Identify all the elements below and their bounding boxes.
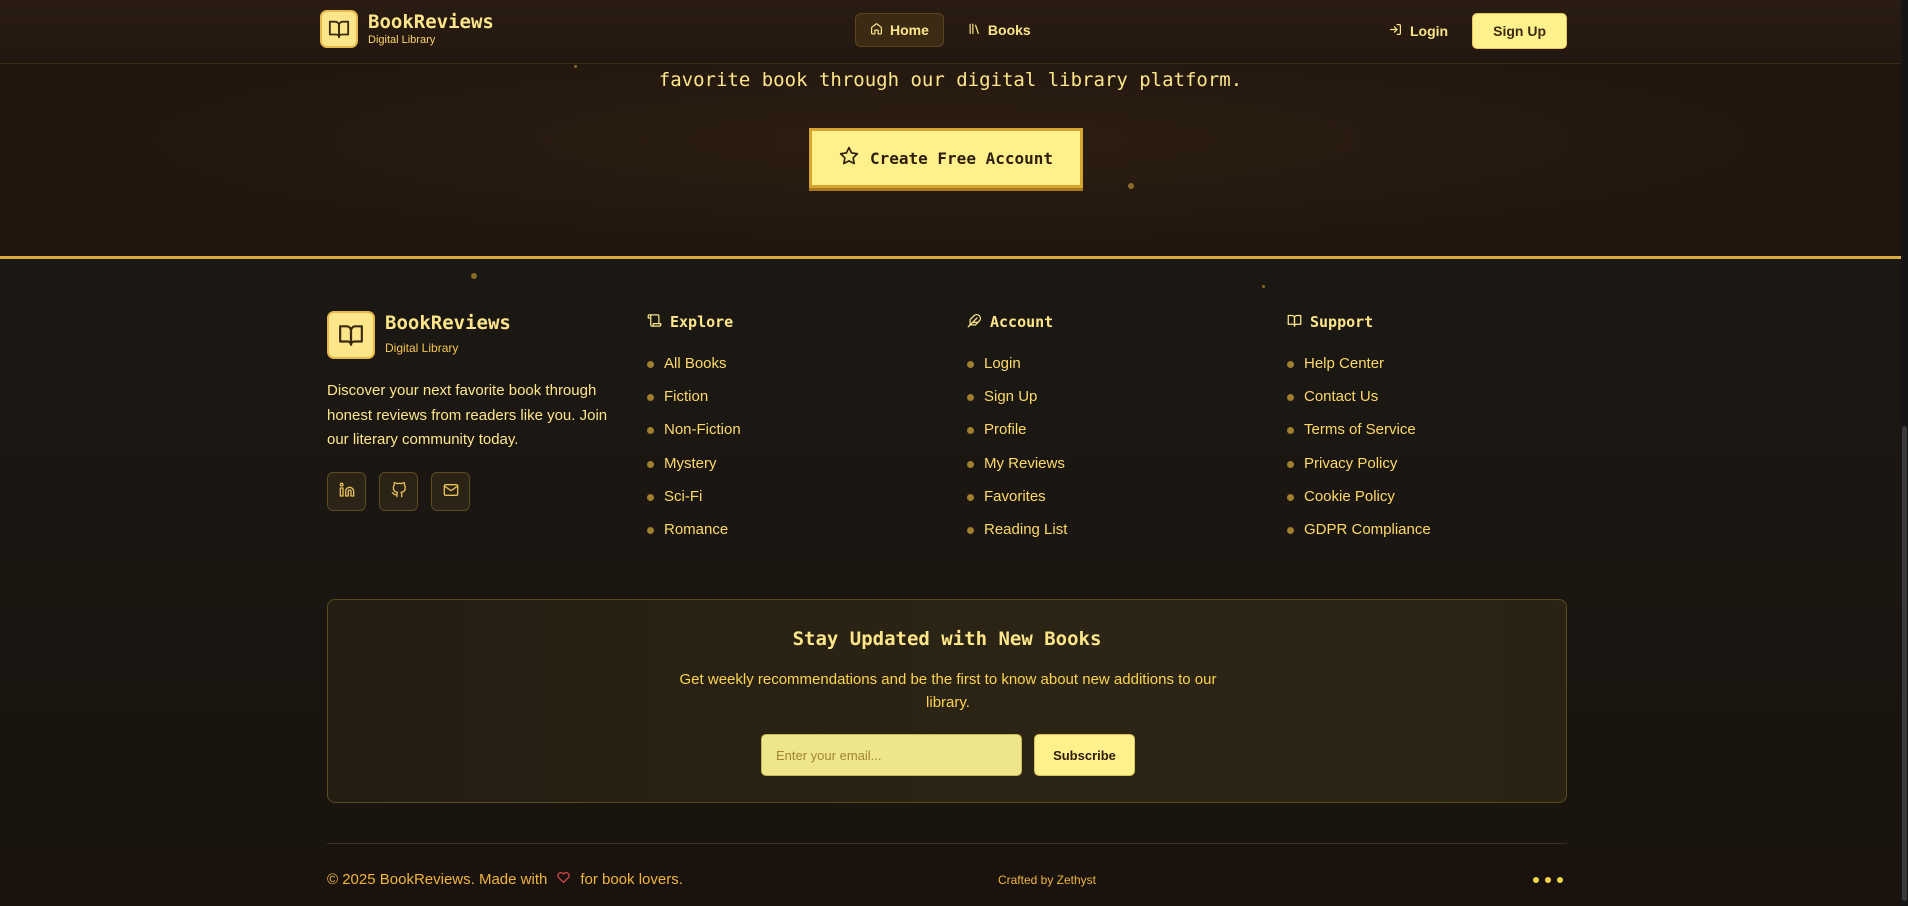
footer-brand-name: BookReviews xyxy=(385,312,511,334)
footer-link-reading-list[interactable]: Reading List xyxy=(967,521,1067,554)
footer-link-contact-us[interactable]: Contact Us xyxy=(1287,388,1431,421)
footer-link-all-books[interactable]: All Books xyxy=(647,355,741,388)
footer-link-cookie[interactable]: Cookie Policy xyxy=(1287,488,1431,521)
crafted-by: Crafted by Zethyst xyxy=(997,873,1096,887)
star-icon xyxy=(839,146,859,170)
newsletter-panel: Stay Updated with New Books Get weekly r… xyxy=(327,599,1567,803)
login-icon xyxy=(1389,23,1402,39)
email-button[interactable] xyxy=(431,472,470,511)
page-scrollbar[interactable] xyxy=(1901,0,1908,906)
decorative-dots xyxy=(1533,877,1563,883)
footer-brand: BookReviews Digital Library xyxy=(327,311,511,359)
brand-subtitle: Digital Library xyxy=(368,34,436,46)
decorative-dot xyxy=(574,65,577,68)
copyright: © 2025 BookReviews. Made with for book l… xyxy=(327,871,683,888)
login-label: Login xyxy=(1410,23,1449,39)
newsletter-title: Stay Updated with New Books xyxy=(792,628,1102,650)
footer-column-support: Support Help Center Contact Us Terms of … xyxy=(1287,313,1431,554)
hero-tagline: favorite book through our digital librar… xyxy=(658,69,1243,91)
footer-link-help-center[interactable]: Help Center xyxy=(1287,355,1431,388)
social-links xyxy=(327,472,470,511)
footer-column-explore: Explore All Books Fiction Non-Fiction My… xyxy=(647,313,741,554)
footer-link-mystery[interactable]: Mystery xyxy=(647,455,741,488)
nav-home[interactable]: Home xyxy=(855,13,944,47)
linkedin-icon xyxy=(339,482,355,502)
book-open-icon xyxy=(327,311,375,359)
newsletter-email-input[interactable] xyxy=(761,734,1022,776)
auth-actions: Login Sign Up xyxy=(1381,13,1567,49)
scrollbar-thumb[interactable] xyxy=(1902,426,1907,901)
decorative-dot xyxy=(1557,877,1563,883)
footer-link-favorites[interactable]: Favorites xyxy=(967,488,1067,521)
create-account-button[interactable]: Create Free Account xyxy=(809,128,1083,188)
hero-section: favorite book through our digital librar… xyxy=(0,63,1901,256)
footer-brand-subtitle: Digital Library xyxy=(385,341,459,355)
book-open-icon xyxy=(1287,313,1302,332)
footer-description: Discover your next favorite book through… xyxy=(327,382,608,448)
footer-link-gdpr[interactable]: GDPR Compliance xyxy=(1287,521,1431,554)
copyright-prefix: © 2025 BookReviews. Made with xyxy=(327,871,548,888)
library-icon xyxy=(968,22,981,38)
github-icon xyxy=(391,481,407,502)
nav-home-label: Home xyxy=(890,22,929,38)
footer-link-terms[interactable]: Terms of Service xyxy=(1287,421,1431,454)
newsletter-description: Get weekly recommendations and be the fi… xyxy=(679,671,1217,711)
decorative-dot xyxy=(1545,877,1551,883)
footer-column-account: Account Login Sign Up Profile My Reviews… xyxy=(967,313,1067,554)
site-header: BookReviews Digital Library Home Books L… xyxy=(0,0,1901,64)
footer-link-non-fiction[interactable]: Non-Fiction xyxy=(647,421,741,454)
footer-link-romance[interactable]: Romance xyxy=(647,521,741,554)
subscribe-button[interactable]: Subscribe xyxy=(1034,734,1135,776)
footer-link-profile[interactable]: Profile xyxy=(967,421,1067,454)
footer-link-fiction[interactable]: Fiction xyxy=(647,388,741,421)
scroll-icon xyxy=(647,313,662,332)
linkedin-button[interactable] xyxy=(327,472,366,511)
login-button[interactable]: Login xyxy=(1381,23,1456,39)
decorative-dot xyxy=(1262,285,1265,288)
heart-icon xyxy=(557,871,571,888)
account-title: Account xyxy=(990,313,1054,331)
footer-link-sci-fi[interactable]: Sci-Fi xyxy=(647,488,741,521)
decorative-dot xyxy=(1533,877,1539,883)
footer-link-my-reviews[interactable]: My Reviews xyxy=(967,455,1067,488)
decorative-dot xyxy=(471,273,477,279)
footer-link-privacy[interactable]: Privacy Policy xyxy=(1287,455,1431,488)
home-icon xyxy=(870,22,883,38)
footer-link-sign-up[interactable]: Sign Up xyxy=(967,388,1067,421)
copyright-suffix: for book lovers. xyxy=(580,871,683,888)
footer-link-login[interactable]: Login xyxy=(967,355,1067,388)
nav-books[interactable]: Books xyxy=(954,13,1045,47)
decorative-dot xyxy=(1128,183,1134,189)
site-footer: BookReviews Digital Library Discover you… xyxy=(0,259,1901,906)
feather-icon xyxy=(967,313,982,332)
brand-link[interactable]: BookReviews Digital Library xyxy=(320,10,494,48)
github-button[interactable] xyxy=(379,472,418,511)
nav-books-label: Books xyxy=(987,22,1031,38)
signup-button[interactable]: Sign Up xyxy=(1472,13,1567,49)
brand-name: BookReviews xyxy=(368,11,494,33)
mail-icon xyxy=(443,482,459,502)
create-account-label: Create Free Account xyxy=(869,148,1054,168)
book-open-icon xyxy=(320,10,358,48)
explore-title: Explore xyxy=(670,313,734,331)
footer-divider xyxy=(327,843,1567,844)
support-title: Support xyxy=(1310,313,1374,331)
main-nav: Home Books xyxy=(855,13,1045,47)
